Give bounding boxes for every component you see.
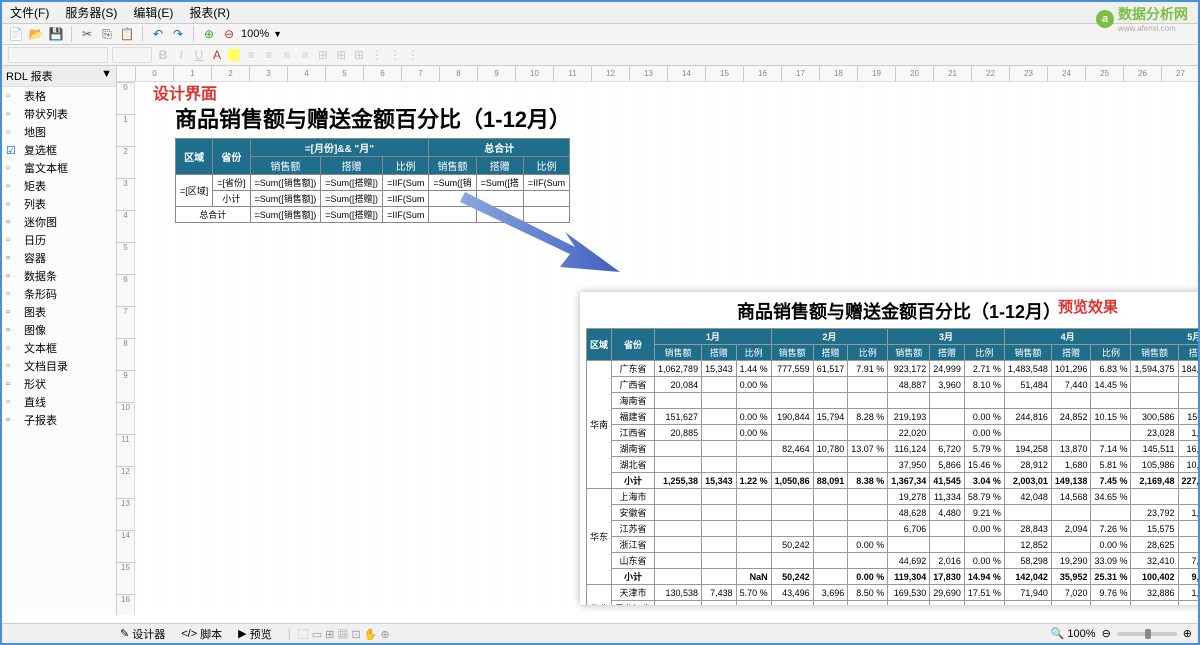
logo-icon: a	[1096, 10, 1114, 28]
fontcolor-icon[interactable]: A	[210, 48, 224, 62]
sidebar-item[interactable]: ▫迷你图	[2, 213, 116, 231]
zoomout-icon[interactable]: ⊖	[221, 26, 237, 42]
sidebar-item[interactable]: ▫条形码	[2, 285, 116, 303]
menu-server[interactable]: 服务器(S)	[65, 4, 117, 21]
sidebar-item[interactable]: ▫图像	[2, 321, 116, 339]
zoom-in-btn[interactable]: ⊕	[1183, 627, 1192, 640]
sidebar-item[interactable]: ▫形状	[2, 375, 116, 393]
open-icon[interactable]: 📂	[28, 26, 44, 42]
menu-file[interactable]: 文件(F)	[10, 4, 49, 21]
menu-report[interactable]: 报表(R)	[189, 4, 230, 21]
tab-script[interactable]: </> 脚本	[177, 625, 226, 643]
ruler-vertical: 01234567891011121314151617	[117, 82, 135, 615]
toolbar-format: B I U A ≡≡≡≡ ⊞⊞⊞ ⋮⋮⋮	[2, 45, 1198, 66]
bold-icon[interactable]: B	[156, 48, 170, 62]
sidebar: RDL 报表▼ ▫表格▫带状列表▫地图☑复选框▫富文本框▫矩表▫列表▫迷你图▫日…	[2, 66, 117, 615]
data-table: 区域省份1月2月3月4月5月6月销售额搭赠比例销售额搭赠比例销售额搭赠比例销售额…	[586, 328, 1198, 605]
toolbar-main: 📄 📂 💾 ✂ ⎘ 📋 ↶ ↷ ⊕ ⊖ 100% ▼ a 数据分析网www.af…	[2, 24, 1198, 45]
sidebar-item[interactable]: ☑复选框	[2, 141, 116, 159]
sidebar-item[interactable]: ▫列表	[2, 195, 116, 213]
design-table[interactable]: 区域 省份 =[月份]&& "月" 总合计 销售额搭赠比例 销售额搭赠比例 =[…	[175, 138, 570, 223]
watermark: a 数据分析网www.afenxi.com	[1096, 4, 1188, 33]
tab-designer[interactable]: ✎ 设计器	[116, 625, 169, 643]
redo-icon[interactable]: ↷	[170, 26, 186, 42]
save-icon[interactable]: 💾	[48, 26, 64, 42]
copy-icon[interactable]: ⎘	[99, 26, 115, 42]
paste-icon[interactable]: 📋	[119, 26, 135, 42]
undo-icon[interactable]: ↶	[150, 26, 166, 42]
sidebar-title: RDL 报表▼	[2, 66, 116, 87]
cut-icon[interactable]: ✂	[79, 26, 95, 42]
annotation-design: 设计界面	[153, 80, 217, 104]
sidebar-item[interactable]: ▫图表	[2, 303, 116, 321]
new-icon[interactable]: 📄	[8, 26, 24, 42]
canvas: 0123456789101112131415161718192021222324…	[117, 66, 1198, 615]
sidebar-item[interactable]: ▫地图	[2, 123, 116, 141]
status-zoom-label: 🔍 100%	[1051, 627, 1096, 640]
menu-bar: 文件(F) 服务器(S) 编辑(E) 报表(R)	[2, 2, 1198, 24]
sidebar-item[interactable]: ▫富文本框	[2, 159, 116, 177]
zoom-slider[interactable]	[1117, 632, 1177, 636]
sidebar-item[interactable]: ▫日历	[2, 231, 116, 249]
sidebar-item[interactable]: ▫带状列表	[2, 105, 116, 123]
menu-edit[interactable]: 编辑(E)	[133, 4, 173, 21]
design-title: 商品销售额与赠送金额百分比（1-12月）	[175, 102, 571, 134]
bgcolor-icon[interactable]	[228, 49, 240, 61]
sidebar-item[interactable]: ▫容器	[2, 249, 116, 267]
italic-icon[interactable]: I	[174, 48, 188, 62]
status-bar: ✎ 设计器 </> 脚本 ▶ 预览 ｜ ⬚ ▭ ⊞ ▦ ⊡ ✋ ⊕ 🔍 100%…	[2, 623, 1198, 643]
design-surface[interactable]: 设计界面 商品销售额与赠送金额百分比（1-12月） 区域 省份 =[月份]&& …	[135, 82, 1198, 615]
ruler-horizontal: 0123456789101112131415161718192021222324…	[117, 66, 1198, 82]
sidebar-item[interactable]: ▫矩表	[2, 177, 116, 195]
sidebar-item[interactable]: ▫直线	[2, 393, 116, 411]
annotation-preview: 预览效果	[1058, 296, 1118, 317]
zoom-value[interactable]: 100%	[241, 28, 269, 40]
underline-icon[interactable]: U	[192, 48, 206, 62]
zoom-out-btn[interactable]: ⊖	[1102, 627, 1111, 640]
sidebar-item[interactable]: ▫子报表	[2, 411, 116, 429]
preview-panel: 预览效果 商品销售额与赠送金额百分比（1-12月） 区域省份1月2月3月4月5月…	[580, 292, 1198, 605]
sidebar-item[interactable]: ▫数据条	[2, 267, 116, 285]
sidebar-item[interactable]: ▫文档目录	[2, 357, 116, 375]
zoomin-icon[interactable]: ⊕	[201, 26, 217, 42]
sidebar-item[interactable]: ▫文本框	[2, 339, 116, 357]
sidebar-item[interactable]: ▫表格	[2, 87, 116, 105]
tab-preview[interactable]: ▶ 预览	[234, 625, 275, 643]
